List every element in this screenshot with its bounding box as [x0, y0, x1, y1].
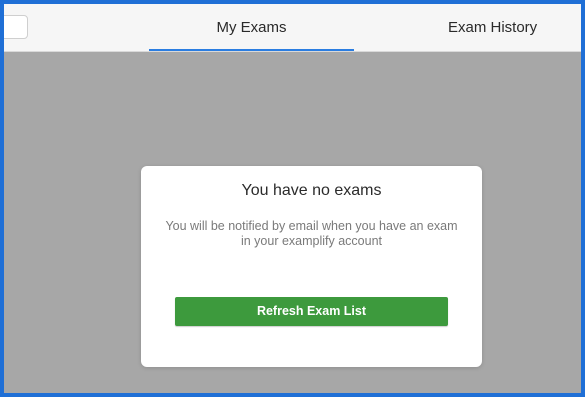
tab-exam-history[interactable]: Exam History — [436, 4, 581, 51]
sidebar-toggle-box[interactable] — [4, 15, 28, 39]
refresh-exam-list-button[interactable]: Refresh Exam List — [175, 297, 448, 326]
tab-my-exams[interactable]: My Exams — [149, 4, 354, 51]
tab-my-exams-label: My Exams — [216, 19, 287, 36]
no-exams-dialog: You have no exams You will be notified b… — [141, 166, 482, 367]
dialog-title: You have no exams — [241, 182, 382, 199]
active-tab-indicator — [149, 49, 354, 51]
dialog-message: You will be notified by email when you h… — [165, 219, 458, 248]
tab-bar: My Exams Exam History — [4, 4, 581, 52]
app-window: My Exams Exam History You have no exams … — [0, 0, 585, 397]
tab-exam-history-label: Exam History — [448, 19, 538, 36]
